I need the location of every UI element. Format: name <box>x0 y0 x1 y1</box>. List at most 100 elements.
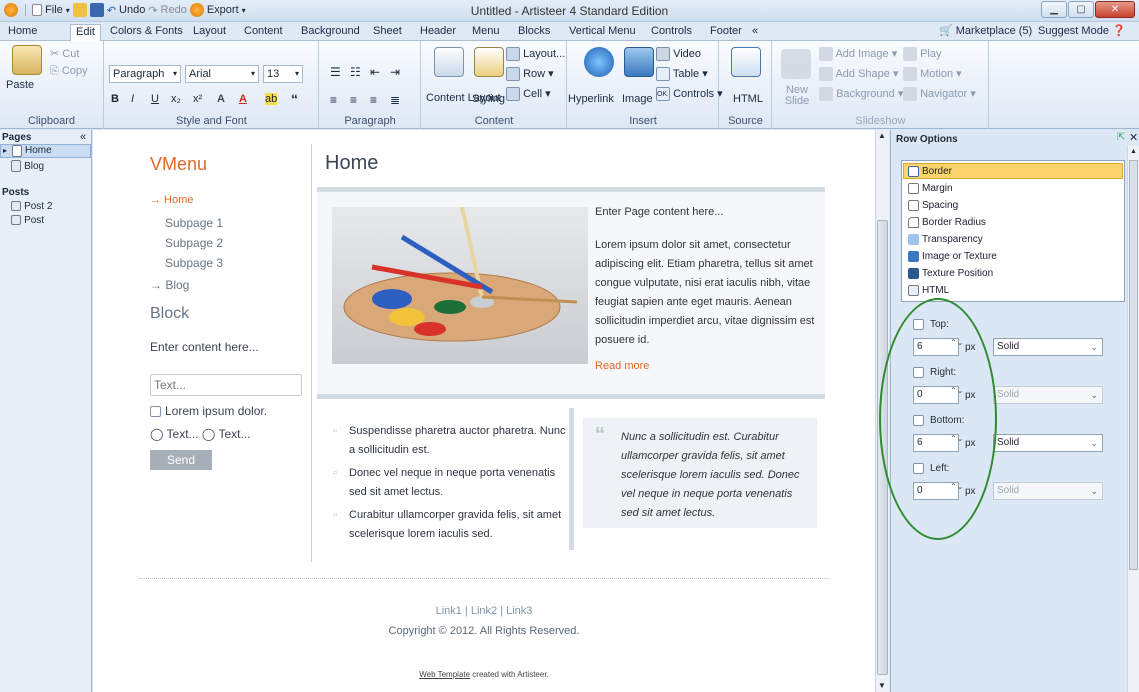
tab-home[interactable]: Home <box>3 24 42 41</box>
tab-footer[interactable]: Footer <box>705 24 747 41</box>
tab-vertical-menu[interactable]: Vertical Menu <box>564 24 641 41</box>
numbered-list-icon[interactable]: ☷ <box>350 65 361 79</box>
underline-button[interactable]: U <box>151 93 159 105</box>
controls-button[interactable]: OK Controls ▾ <box>656 87 723 102</box>
content-row-1[interactable]: Enter Page content here... Lorem ipsum d… <box>317 187 825 399</box>
tab-header[interactable]: Header <box>415 24 461 41</box>
table-button[interactable]: Table ▾ <box>656 67 708 82</box>
panel-scrollbar[interactable]: ▲ <box>1127 146 1139 692</box>
new-slide-button[interactable]: New Slide <box>783 85 811 107</box>
video-button[interactable]: Video <box>656 47 701 61</box>
hyperlink-button[interactable]: Hyperlink <box>568 93 614 105</box>
page-item-home[interactable]: ▸ Home <box>0 144 91 158</box>
tab-edit[interactable]: Edit <box>70 24 101 41</box>
panel-close-icon[interactable]: ✕ <box>1129 131 1138 144</box>
read-more-link[interactable]: Read more <box>595 360 649 372</box>
maximize-button[interactable]: ▢ <box>1068 1 1094 18</box>
vmenu-item-subpage-1[interactable]: Subpage 1 <box>165 216 223 230</box>
italic-button[interactable]: I <box>131 93 134 105</box>
add-image-button[interactable]: Add Image ▾ <box>819 47 897 62</box>
option-transparency[interactable]: Transparency <box>908 231 983 247</box>
left-style-select[interactable]: Solid ⌄ <box>993 482 1103 500</box>
marketplace-button[interactable]: 🛒 Marketplace (5) <box>934 24 1037 41</box>
tab-overflow[interactable]: « <box>747 24 763 41</box>
option-texture-position[interactable]: Texture Position <box>908 265 993 281</box>
panel-scroll-thumb[interactable] <box>1129 160 1138 570</box>
post-item-2[interactable]: Post 2 <box>11 200 52 212</box>
font-color-button[interactable]: A <box>239 93 247 105</box>
pages-collapse-button[interactable]: « <box>80 131 86 143</box>
bold-button[interactable]: B <box>111 93 119 105</box>
motion-button[interactable]: Motion ▾ <box>903 67 962 82</box>
align-left-icon[interactable]: ≡ <box>330 93 337 107</box>
content-layout-button[interactable]: Content Layout <box>426 93 501 104</box>
tab-sheet[interactable]: Sheet <box>368 24 407 41</box>
text-effects-button[interactable]: A <box>217 93 225 105</box>
styling-button[interactable]: Styling <box>472 93 505 105</box>
send-button[interactable]: Send <box>150 450 212 470</box>
vmenu-item-subpage-2[interactable]: Subpage 2 <box>165 236 223 250</box>
tab-menu[interactable]: Menu <box>467 24 505 41</box>
tab-colors-fonts[interactable]: Colors & Fonts <box>105 24 188 41</box>
scroll-up-icon[interactable]: ▲ <box>878 131 886 140</box>
option-html[interactable]: HTML <box>908 282 949 298</box>
panel-scroll-up-icon[interactable]: ▲ <box>1130 148 1137 155</box>
background-button[interactable]: Background ▾ <box>819 87 903 102</box>
right-style-select[interactable]: Solid ⌄ <box>993 386 1103 404</box>
subscript-button[interactable]: x₂ <box>171 93 181 105</box>
bullet-list-icon[interactable]: ☰ <box>330 65 341 79</box>
tab-background[interactable]: Background <box>296 24 365 41</box>
pin-icon[interactable]: ⇱ <box>1117 132 1125 143</box>
option-margin[interactable]: Margin <box>908 180 953 196</box>
quote-button[interactable]: “ <box>291 91 298 107</box>
minimize-button[interactable]: ▁ <box>1041 1 1067 18</box>
highlight-button[interactable]: ab <box>265 93 278 105</box>
html-button[interactable]: HTML <box>733 93 763 105</box>
option-border[interactable]: Border <box>903 163 1123 179</box>
increase-indent-icon[interactable]: ⇥ <box>390 65 400 79</box>
play-button[interactable]: Play <box>903 47 941 61</box>
vmenu-item-blog[interactable]: → Blog <box>150 278 189 292</box>
justify-icon[interactable]: ≣ <box>390 93 400 107</box>
bottom-style-select[interactable]: Solid ⌄ <box>993 434 1103 452</box>
vmenu-item-subpage-3[interactable]: Subpage 3 <box>165 256 223 270</box>
scroll-down-icon[interactable]: ▼ <box>878 681 886 690</box>
superscript-button[interactable]: x² <box>193 93 202 105</box>
paragraph-style-select[interactable]: Paragraph ▾ <box>109 65 181 83</box>
tab-layout[interactable]: Layout <box>188 24 231 41</box>
tab-content[interactable]: Content <box>239 24 288 41</box>
suggest-mode-button[interactable]: Suggest Mode ❓ <box>1033 24 1131 41</box>
cut-button[interactable]: ✂ Cut <box>50 47 79 60</box>
decrease-indent-icon[interactable]: ⇤ <box>370 65 380 79</box>
option-image-texture[interactable]: Image or Texture <box>908 248 997 264</box>
option-border-radius[interactable]: Border Radius <box>908 214 986 230</box>
add-shape-button[interactable]: Add Shape ▾ <box>819 67 898 82</box>
radio-1[interactable]: ◯ Text... <box>150 427 199 441</box>
align-right-icon[interactable]: ≡ <box>370 93 377 107</box>
row-button[interactable]: Row ▾ <box>506 67 554 82</box>
post-item-1[interactable]: Post <box>11 214 44 226</box>
radio-2[interactable]: ◯ Text... <box>202 427 251 441</box>
top-style-select[interactable]: Solid ⌄ <box>993 338 1103 356</box>
lorem-checkbox[interactable]: Lorem ipsum dolor. <box>150 404 267 418</box>
tab-blocks[interactable]: Blocks <box>513 24 555 41</box>
paste-button[interactable]: Paste <box>6 79 34 91</box>
footer-links[interactable]: Link1 | Link2 | Link3 <box>93 605 875 617</box>
copy-button[interactable]: ⎘ Copy <box>50 65 88 78</box>
layout-button[interactable]: Layout... <box>506 47 565 61</box>
text-input[interactable] <box>150 374 302 396</box>
tab-controls[interactable]: Controls <box>646 24 697 41</box>
navigator-button[interactable]: Navigator ▾ <box>903 87 976 102</box>
option-spacing[interactable]: Spacing <box>908 197 958 213</box>
video-label: Video <box>673 47 701 60</box>
font-size-select[interactable]: 13 ▾ <box>263 65 303 83</box>
close-button[interactable]: ✕ <box>1095 1 1135 18</box>
image-button[interactable]: Image <box>622 93 653 105</box>
web-template-link[interactable]: Web Template <box>419 670 470 679</box>
page-item-blog[interactable]: Blog <box>11 160 44 173</box>
pages-panel: Pages « ▸ Home Blog Posts Post 2 Post <box>0 130 92 692</box>
vmenu-item-home[interactable]: → Home <box>150 194 193 206</box>
cell-button[interactable]: Cell ▾ <box>506 87 551 102</box>
align-center-icon[interactable]: ≡ <box>350 93 357 107</box>
font-select[interactable]: Arial ▾ <box>185 65 259 83</box>
